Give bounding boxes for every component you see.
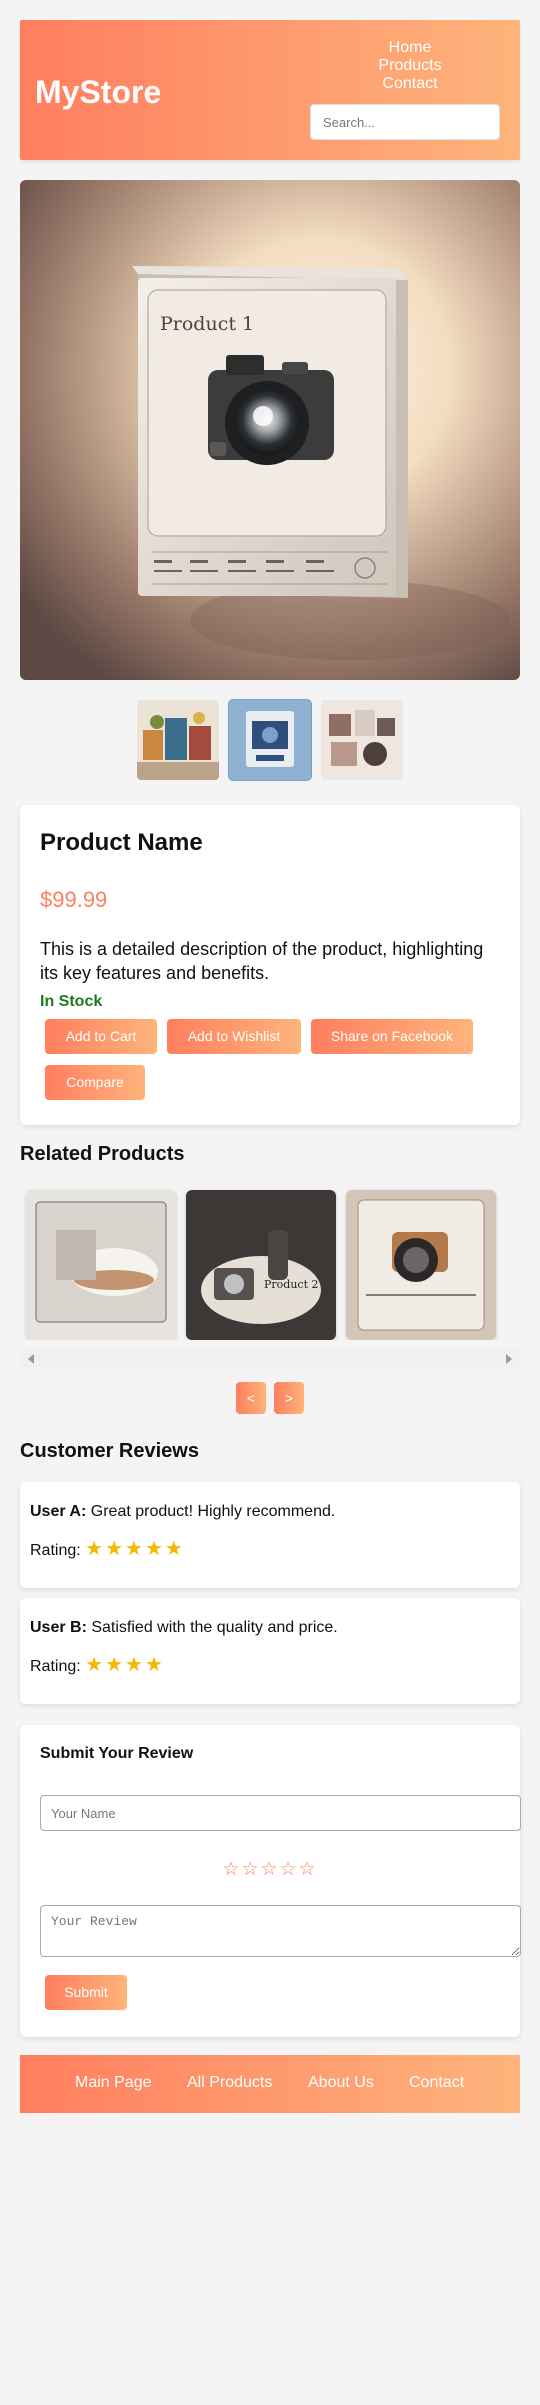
star-rating-input[interactable]: ☆☆☆☆☆ <box>20 1858 520 1881</box>
related-product-2[interactable]: Product 2 <box>186 1190 336 1340</box>
scroll-left-icon[interactable] <box>28 1354 34 1364</box>
rating-stars-icon: ★★★★ <box>85 1654 165 1676</box>
customer-reviews-heading: Customer Reviews <box>20 1440 199 1462</box>
add-to-cart-button[interactable]: Add to Cart <box>45 1019 157 1054</box>
carousel-next-button[interactable]: > <box>274 1382 304 1414</box>
nav-home-link[interactable]: Home <box>310 39 510 57</box>
main-nav: Home Products Contact <box>310 39 510 93</box>
related-products-carousel[interactable]: Product 2 <box>20 1185 520 1340</box>
site-header: MyStore Home Products Contact <box>20 20 520 160</box>
review-user: User B: <box>30 1619 87 1636</box>
product-description: This is a detailed description of the pr… <box>40 939 484 983</box>
review-user: User A: <box>30 1503 87 1520</box>
scroll-right-icon[interactable] <box>506 1354 512 1364</box>
review-text: Great product! Highly recommend. <box>90 1503 336 1520</box>
rating-stars-icon: ★★★★★ <box>85 1538 185 1560</box>
product-info-card: Product Name $99.99 This is a detailed d… <box>20 805 520 1125</box>
review-card: User B: Satisfied with the quality and p… <box>20 1598 520 1704</box>
review-card: User A: Great product! Highly recommend.… <box>20 1482 520 1588</box>
review-text: Satisfied with the quality and price. <box>91 1619 338 1636</box>
product-price: $99.99 <box>40 887 108 912</box>
store-logo[interactable]: MyStore <box>35 74 161 111</box>
rating-label: Rating: <box>30 1658 81 1675</box>
share-facebook-button[interactable]: Share on Facebook <box>311 1019 473 1054</box>
hero-product-label: Product 1 <box>160 313 254 335</box>
carousel-prev-button[interactable]: < <box>236 1382 266 1414</box>
footer-all-products-link[interactable]: All Products <box>187 2074 272 2092</box>
site-footer: Main Page All Products About Us Contact <box>20 2055 520 2113</box>
main-product-image: Product 1 <box>20 180 520 680</box>
submit-review-title: Submit Your Review <box>40 1745 194 1762</box>
footer-main-page-link[interactable]: Main Page <box>75 2074 152 2092</box>
compare-button[interactable]: Compare <box>45 1065 145 1100</box>
reviewer-name-input[interactable] <box>40 1795 521 1831</box>
footer-contact-link[interactable]: Contact <box>409 2074 464 2092</box>
product-name: Product Name <box>40 829 203 856</box>
thumbnail-3[interactable] <box>321 700 403 780</box>
svg-text:Product 2: Product 2 <box>264 1278 318 1291</box>
rating-label: Rating: <box>30 1542 81 1559</box>
footer-about-us-link[interactable]: About Us <box>308 2074 374 2092</box>
submit-review-button[interactable]: Submit <box>45 1975 127 2010</box>
thumbnail-strip <box>137 700 403 780</box>
stock-status: In Stock <box>40 993 103 1010</box>
submit-review-form: Submit Your Review ☆☆☆☆☆ Submit <box>20 1725 521 2037</box>
related-product-3[interactable] <box>346 1190 496 1340</box>
thumbnail-2-selected[interactable] <box>229 700 311 780</box>
nav-contact-link[interactable]: Contact <box>310 75 510 93</box>
related-products-heading: Related Products <box>20 1143 185 1165</box>
nav-products-link[interactable]: Products <box>310 57 510 75</box>
thumbnail-1[interactable] <box>137 700 219 780</box>
carousel-scrollbar[interactable] <box>20 1350 520 1367</box>
related-product-1[interactable] <box>26 1190 176 1340</box>
add-to-wishlist-button[interactable]: Add to Wishlist <box>167 1019 301 1054</box>
search-input[interactable] <box>310 104 500 140</box>
review-textarea[interactable] <box>40 1905 521 1957</box>
